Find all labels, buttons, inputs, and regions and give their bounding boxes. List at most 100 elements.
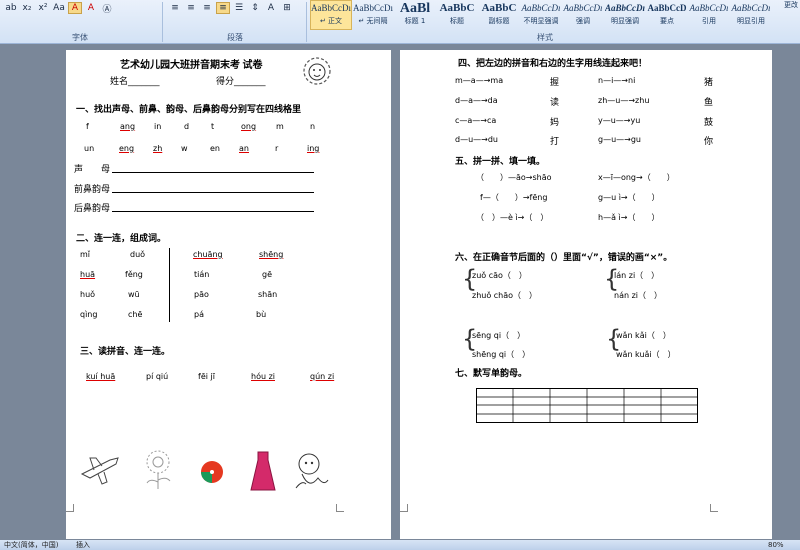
pinyin-item: huǒ <box>80 290 96 299</box>
page-corner-mark <box>400 504 408 512</box>
justify-button[interactable]: ≡ <box>216 2 230 14</box>
pinyin-word: pí qiú <box>146 372 169 381</box>
character-item: 打 <box>550 137 560 147</box>
pinyin-item: ong <box>241 122 257 131</box>
houbi-label: 后鼻韵母 <box>74 204 111 214</box>
style-strong[interactable]: AaBbCcD 要点 <box>646 0 688 30</box>
styles-gallery: AaBbCcDı ↵ 正文 AaBbCcDı ↵ 无间隔 AaBl 标题 1 AaBb… <box>310 0 772 30</box>
align-center-button[interactable]: ≡ <box>184 2 198 14</box>
pinyin-item: chē <box>128 310 143 319</box>
pinyin-item: c—a—→ca <box>455 116 497 125</box>
style-subtle-emphasis[interactable]: AaBbCcDı 不明显强调 <box>520 0 562 30</box>
writing-grid[interactable] <box>476 388 698 423</box>
style-name: 要点 <box>660 17 674 25</box>
section6-heading: 六、在正确音节后面的（）里面“√”，错误的画“×”。 <box>455 253 673 263</box>
exam-title: 艺术幼儿园大班拼音期末考 试卷 <box>120 60 263 71</box>
distributed-button[interactable]: ☰ <box>232 2 246 14</box>
pinyin-item: zh <box>153 144 163 153</box>
align-right-button[interactable]: ≡ <box>200 2 214 14</box>
style-name: 引用 <box>702 17 716 25</box>
skirt-picture-icon <box>250 451 276 491</box>
pinyin-item: shēng <box>259 250 284 259</box>
insert-mode-indicator[interactable]: 插入 <box>76 540 90 550</box>
style-intense-quote[interactable]: AaBbCcDı 明显引用 <box>730 0 772 30</box>
pinyin-item: r <box>275 144 279 153</box>
syllable-item: wǎn kǎi（ ） <box>616 331 671 340</box>
superscript-button[interactable]: x² <box>36 2 50 14</box>
style-emphasis[interactable]: AaBbCcDı 强调 <box>562 0 604 30</box>
pinyin-item: an <box>239 144 249 153</box>
answer-line <box>112 211 314 212</box>
fill-item: （ ）—āo→shāo <box>476 173 552 182</box>
pinyin-item: ing <box>307 144 320 153</box>
pinyin-item: wū <box>128 290 140 299</box>
line-spacing-button[interactable]: ⇕ <box>248 2 262 14</box>
syllable-item: zuǒ cāo（ ） <box>472 271 527 280</box>
status-bar: 中文(简体，中国) 插入 80% <box>0 540 800 550</box>
syllable-item: lán zi（ ） <box>614 271 660 280</box>
pinyin-item: tián <box>194 270 210 279</box>
style-heading-1[interactable]: AaBl 标题 1 <box>394 0 436 30</box>
style-normal[interactable]: AaBbCcDı ↵ 正文 <box>310 0 352 30</box>
font-color-button[interactable]: A <box>84 2 98 14</box>
section7-heading: 七、默写单韵母。 <box>455 369 528 379</box>
pinyin-word: kuí huā <box>86 372 116 381</box>
answer-line <box>112 172 314 173</box>
syllable-item: wǎn kuǎi（ ） <box>616 350 676 359</box>
style-sample: AaBbC <box>439 2 475 14</box>
language-indicator[interactable]: 中文(简体，中国) <box>4 540 58 550</box>
change-styles-button[interactable]: 更改 <box>784 0 800 30</box>
pinyin-item: qìng <box>80 310 98 319</box>
ribbon: ab x₂ x² Aa A A Ⓐ ≡ ≡ ≡ ≡ ☰ ⇕ A ⊞ 字体 段落 … <box>0 0 800 44</box>
highlight-color-button[interactable]: A <box>68 2 82 14</box>
font-group-label: 字体 <box>72 33 88 42</box>
pinyin-item: y—u—→yu <box>598 116 641 125</box>
enclose-character-button[interactable]: Ⓐ <box>100 2 114 15</box>
pinyin-word: hóu zi <box>251 372 275 381</box>
monkey-picture-icon <box>295 453 329 489</box>
pinyin-item: duǒ <box>130 250 146 259</box>
pinyin-word: fēi jī <box>198 372 215 381</box>
section3-heading: 三、读拼音、连一连。 <box>80 347 171 357</box>
pinyin-item: g—u—→gu <box>598 135 641 144</box>
subscript-button[interactable]: x₂ <box>20 2 34 14</box>
style-name: 强调 <box>576 17 590 25</box>
pinyin-item: chuāng <box>193 250 223 259</box>
style-name: 不明显强调 <box>523 17 559 25</box>
style-sample: AaBbC <box>481 2 517 14</box>
align-left-button[interactable]: ≡ <box>168 2 182 14</box>
fill-item: g—u ì→（ ） <box>598 193 660 202</box>
sunflower-picture-icon <box>146 450 171 489</box>
pinyin-item: mǐ <box>80 250 91 259</box>
pinyin-item: w <box>181 144 188 153</box>
syllable-item: sēng qi（ ） <box>472 331 526 340</box>
style-name: ↵ 正文 <box>319 17 343 25</box>
fill-item: x—ī—ong→（ ） <box>598 173 675 182</box>
pinyin-item: d <box>184 122 190 131</box>
shading-button[interactable]: A <box>264 2 278 14</box>
pinyin-item: d—a—→da <box>455 96 498 105</box>
section1-row2: un eng zh w en an r ing <box>84 144 384 153</box>
page-1[interactable]: 艺术幼儿园大班拼音期末考 试卷 姓名_______ 得分_______ 一、找出… <box>66 50 391 539</box>
pinyin-item: t <box>211 122 215 131</box>
paragraph-group-label: 段落 <box>227 33 243 42</box>
styles-group-label: 样式 <box>537 33 553 42</box>
airplane-picture-icon <box>80 457 119 485</box>
style-subtitle[interactable]: AaBbC 副标题 <box>478 0 520 30</box>
style-intense-emphasis[interactable]: AaBbCcDı 明显强调 <box>604 0 646 30</box>
pinyin-item: m <box>276 122 284 131</box>
style-title[interactable]: AaBbC 标题 <box>436 0 478 30</box>
fill-item: f—（ ）→fēng <box>480 193 548 202</box>
strikethrough-button[interactable]: ab <box>4 2 18 14</box>
style-quote[interactable]: AaBbCcDı 引用 <box>688 0 730 30</box>
page-corner-mark <box>710 504 718 512</box>
change-case-button[interactable]: Aa <box>52 2 66 14</box>
style-sample: AaBbCcDı <box>563 3 603 13</box>
style-no-spacing[interactable]: AaBbCcDı ↵ 无间隔 <box>352 0 394 30</box>
borders-button[interactable]: ⊞ <box>280 2 294 14</box>
zoom-level[interactable]: 80% <box>768 540 784 550</box>
style-sample: AaBbCcDı <box>521 3 561 13</box>
style-name: ↵ 无间隔 <box>358 17 388 25</box>
character-item: 鱼 <box>704 98 714 108</box>
page-2[interactable]: 四、把左边的拼音和右边的生字用线连起来吧！ m—a—→ma 握 n—i—→ni … <box>400 50 772 539</box>
